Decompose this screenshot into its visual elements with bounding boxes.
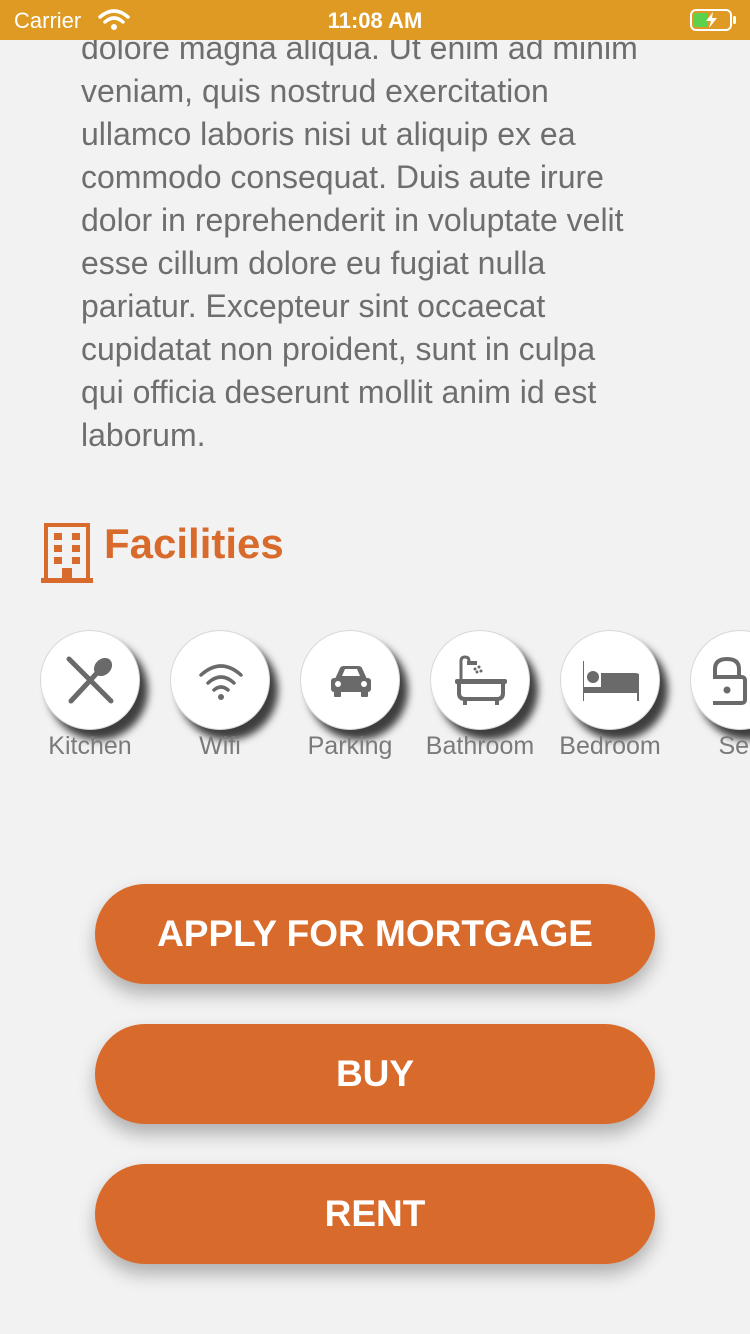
facility-security[interactable]: Sec	[690, 630, 750, 770]
buy-button[interactable]: BUY	[95, 1024, 655, 1124]
facility-label: Sec	[718, 732, 750, 760]
facility-label: Bedroom	[559, 732, 661, 760]
facility-wifi[interactable]: Wifi	[170, 630, 300, 770]
facility-kitchen-circle[interactable]	[40, 630, 140, 730]
property-description: dolore magna aliqua. Ut enim ad minim ve…	[81, 30, 638, 453]
facility-parking[interactable]: Parking	[300, 630, 430, 770]
facility-wifi-circle[interactable]	[170, 630, 270, 730]
facilities-title: Facilities	[104, 520, 284, 567]
facility-security-circle[interactable]	[690, 630, 750, 730]
facility-parking-circle[interactable]	[300, 630, 400, 730]
building-icon	[40, 522, 94, 589]
battery-charging-icon	[690, 9, 738, 37]
facility-bedroom[interactable]: Bedroom	[559, 630, 690, 770]
facility-bedroom-circle[interactable]	[560, 630, 660, 730]
status-bar: Carrier 11:08 AM	[0, 0, 750, 40]
facility-bathroom-circle[interactable]	[430, 630, 530, 730]
status-time: 11:08 AM	[327, 8, 423, 33]
facility-list: Kitchen Wifi Parking Bathroom Bedroom Se	[0, 630, 750, 770]
facility-label: Bathroom	[425, 732, 535, 760]
facility-label: Parking	[307, 732, 393, 760]
apply-for-mortgage-button[interactable]: APPLY FOR MORTGAGE	[95, 884, 655, 984]
facility-label: Wifi	[199, 732, 241, 760]
facility-label: Kitchen	[48, 732, 132, 760]
rent-button[interactable]: RENT	[95, 1164, 655, 1264]
facility-kitchen[interactable]: Kitchen	[40, 630, 170, 770]
facility-bathroom[interactable]: Bathroom	[426, 630, 560, 770]
screen: Carrier 11:08 AM dolore magna aliqua. Ut…	[0, 0, 750, 1334]
